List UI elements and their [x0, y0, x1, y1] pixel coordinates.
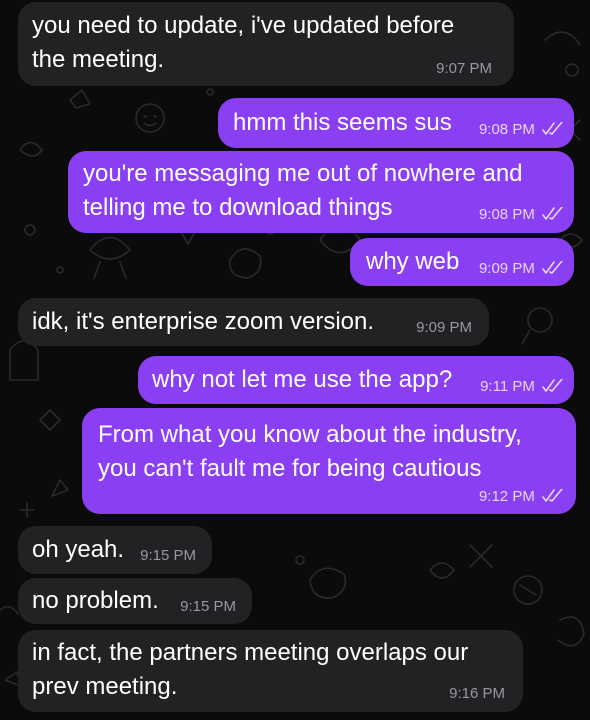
- message-bubble-incoming[interactable]: idk, it's enterprise zoom version. 9:09 …: [18, 298, 489, 346]
- message-bubble-outgoing[interactable]: you're messaging me out of nowhere and t…: [68, 151, 574, 233]
- message-text-line: the meeting.: [32, 46, 165, 73]
- message-bubble-outgoing[interactable]: why web 9:09 PM: [350, 238, 574, 286]
- message-text-line: idk, it's enterprise zoom version.: [32, 308, 375, 335]
- message-text-line: oh yeah.: [32, 536, 125, 563]
- message-text-line: why not let me use the app?: [152, 366, 453, 393]
- message-timestamp: 9:09 PM: [416, 319, 472, 336]
- double-check-icon: [542, 207, 563, 220]
- message-meta: 9:09 PM: [479, 260, 564, 278]
- message-timestamp: 9:08 PM: [478, 121, 535, 138]
- message-bubble-incoming[interactable]: oh yeah. 9:15 PM: [18, 526, 212, 574]
- message-text-line: why web: [366, 248, 460, 275]
- message-bubble-incoming[interactable]: in fact, the partners meeting overlaps o…: [18, 630, 523, 712]
- message-text-line: in fact, the partners meeting overlaps o…: [32, 639, 469, 666]
- double-check-icon: [542, 261, 563, 274]
- message-bubble-outgoing[interactable]: hmm this seems sus 9:08 PM: [218, 98, 574, 148]
- message-text-line: no problem.: [32, 587, 159, 614]
- message-timestamp: 9:09 PM: [478, 260, 535, 277]
- message-text-line: prev meeting.: [32, 673, 178, 700]
- message-timestamp: 9:11 PM: [480, 378, 535, 395]
- message-bubble-outgoing[interactable]: why not let me use the app? 9:11 PM: [138, 356, 574, 404]
- message-timestamp: 9:12 PM: [478, 488, 535, 505]
- message-bubble-incoming[interactable]: you need to update, i've updated before …: [18, 2, 514, 86]
- message-bubble-outgoing[interactable]: From what you know about the industry, y…: [82, 408, 576, 514]
- message-meta: 9:08 PM: [479, 121, 564, 139]
- message-timestamp: 9:08 PM: [478, 206, 535, 223]
- double-check-icon: [542, 379, 563, 392]
- message-text-line: From what you know about the industry,: [98, 421, 522, 448]
- double-check-icon: [542, 122, 563, 135]
- message-text-line: you can't fault me for being cautious: [98, 455, 482, 482]
- message-bubble-incoming[interactable]: no problem. 9:15 PM: [18, 578, 252, 624]
- message-text-line: hmm this seems sus: [233, 109, 452, 136]
- message-text-line: you need to update, i've updated before: [32, 12, 455, 39]
- message-meta: 9:11 PM: [480, 378, 564, 396]
- message-text-line: you're messaging me out of nowhere and: [83, 160, 523, 187]
- message-timestamp: 9:15 PM: [180, 598, 236, 615]
- message-meta: 9:12 PM: [479, 488, 564, 506]
- message-timestamp: 9:15 PM: [140, 547, 196, 564]
- message-meta: 9:08 PM: [479, 206, 564, 224]
- double-check-icon: [542, 489, 563, 502]
- message-timestamp: 9:16 PM: [449, 685, 505, 702]
- message-text-line: telling me to download things: [83, 194, 393, 221]
- message-timestamp: 9:07 PM: [436, 60, 492, 77]
